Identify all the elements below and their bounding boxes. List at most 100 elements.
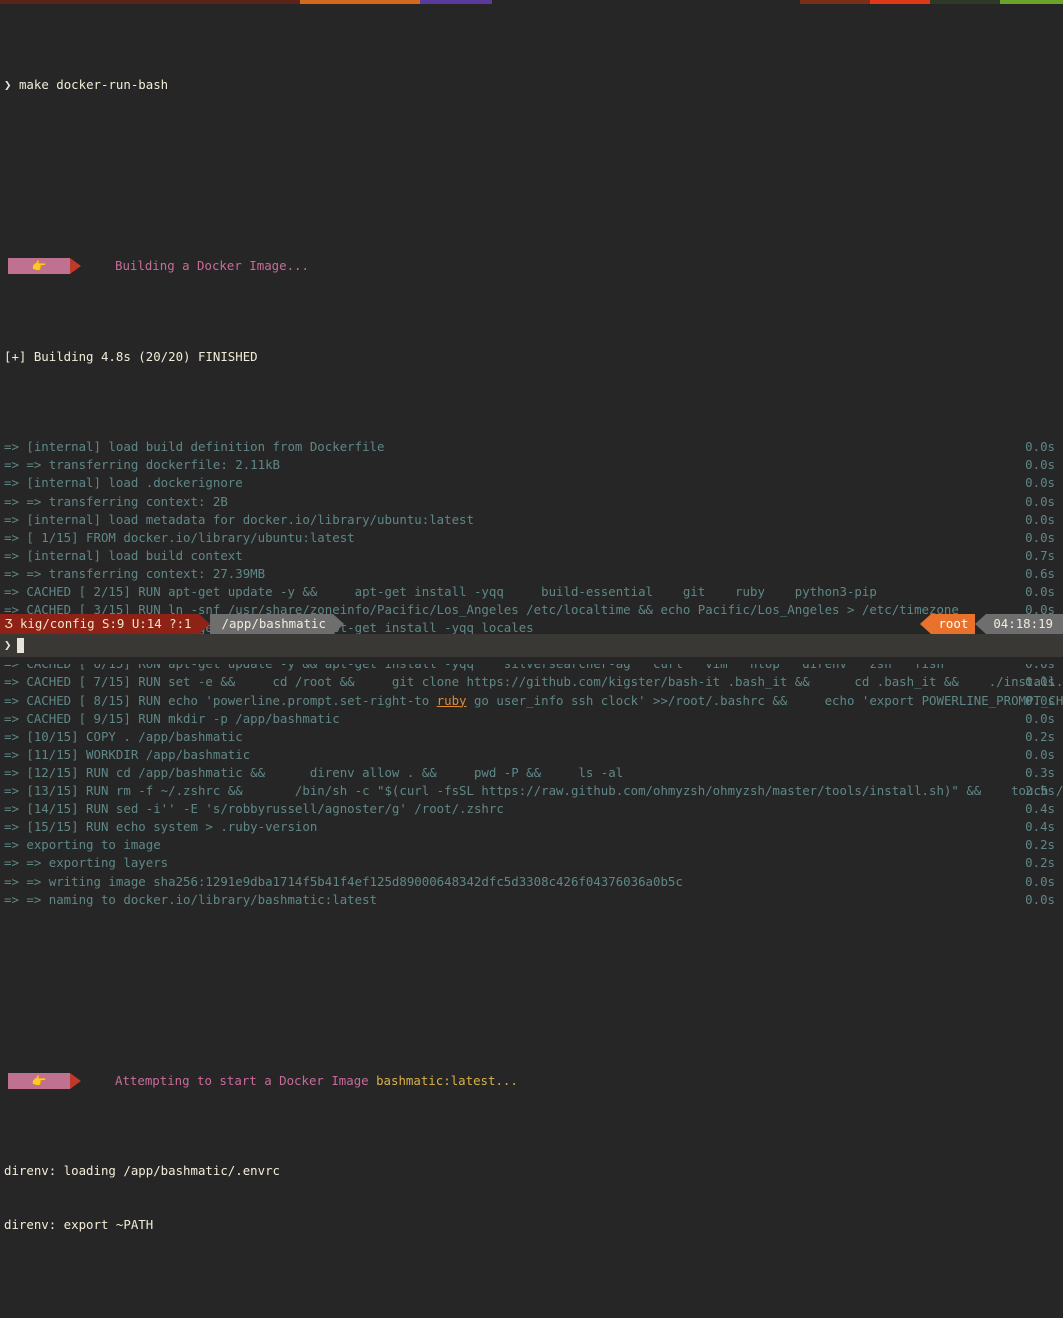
build-step-row: => => transferring context: 2B 0.0s: [0, 493, 1063, 511]
pointing-finger-emoji-2: 👉: [8, 1072, 70, 1089]
build-step-duration: 0.0s: [1025, 692, 1055, 708]
build-step-duration: 0.6s: [1025, 565, 1055, 581]
build-step-duration: 0.0s: [1025, 511, 1055, 527]
build-step-text: => [12/15] RUN cd /app/bashmatic && dire…: [4, 764, 624, 780]
build-step-duration: 0.0s: [1025, 493, 1055, 509]
build-step-text: => => transferring dockerfile: 2.11kB: [4, 457, 281, 473]
pointing-finger-emoji: 👉: [8, 258, 70, 275]
build-header: [+] Building 4.8s (20/20) FINISHED: [4, 348, 258, 364]
build-step-text: => CACHED [ 8/15] RUN echo 'powerline.pr…: [4, 692, 1063, 708]
build-step-text: => => transferring context: 2B: [4, 493, 228, 509]
command-text: make docker-run-bash: [18, 77, 169, 93]
build-step-list: => [internal] load build definition from…: [0, 438, 1063, 908]
build-step-text: => [15/15] RUN echo system > .ruby-versi…: [4, 819, 318, 835]
build-step-row: => [internal] load metadata for docker.i…: [0, 511, 1063, 529]
ruby-highlight[interactable]: ruby: [437, 693, 467, 708]
build-step-duration: 0.4s: [1025, 819, 1055, 835]
blank-row-1: [0, 167, 1063, 185]
terminal-body[interactable]: ❯ make docker-run-bash 👉 Building a Dock…: [0, 4, 1063, 1232]
build-step-duration: 0.0s: [1025, 674, 1055, 690]
build-step-duration: 2.5s: [1025, 783, 1055, 799]
separator-left-root-icon: [920, 614, 932, 634]
direnv-loading-line: direnv: loading /app/bashmatic/.envrc: [4, 1163, 281, 1178]
build-step-text: => => transferring context: 27.39MB: [4, 565, 266, 581]
build-step-duration: 0.0s: [1025, 529, 1055, 545]
build-step-duration: 0.2s: [1025, 855, 1055, 871]
build-step-text: => exporting to image: [4, 837, 161, 853]
build-step-text: => [internal] load build definition from…: [4, 439, 385, 455]
build-step-duration: 0.0s: [1025, 439, 1055, 455]
git-status-text: kig/config S:9 U:14 ?:1: [19, 615, 192, 631]
build-step-text: => [10/15] COPY . /app/bashmatic: [4, 728, 243, 744]
bottom-bar: [0, 656, 1063, 664]
build-step-row: => exporting to image 0.2s: [0, 836, 1063, 854]
build-step-duration: 0.0s: [1025, 873, 1055, 889]
build-step-row: => [10/15] COPY . /app/bashmatic 0.2s: [0, 728, 1063, 746]
build-step-text: => [ 1/15] FROM docker.io/library/ubuntu…: [4, 529, 355, 545]
build-step-row: => => exporting layers 0.2s: [0, 854, 1063, 872]
build-step-text: => CACHED [ 7/15] RUN set -e && cd /root…: [4, 674, 1063, 690]
build-step-row: => [internal] load build definition from…: [0, 438, 1063, 456]
build-step-text: => [internal] load metadata for docker.i…: [4, 511, 474, 527]
build-step-duration: 0.0s: [1025, 457, 1055, 473]
build-step-row: => [12/15] RUN cd /app/bashmatic && dire…: [0, 764, 1063, 782]
build-step-row: => [internal] load .dockerignore 0.0s: [0, 474, 1063, 492]
banner-starting-text: Attempting to start a Docker Image bashm…: [115, 1072, 518, 1088]
build-step-row: => [ 1/15] FROM docker.io/library/ubuntu…: [0, 529, 1063, 547]
build-step-duration: 0.0s: [1025, 891, 1055, 907]
build-step-row: => => writing image sha256:1291e9dba1714…: [0, 873, 1063, 891]
text-cursor: [17, 637, 25, 653]
banner-starting: 👉 Attempting to start a Docker Image bas…: [0, 1072, 1063, 1090]
git-branch-icon: Ʒ: [5, 615, 13, 631]
build-step-row: => => transferring context: 27.39MB 0.6s: [0, 565, 1063, 583]
direnv-export-line: direnv: export ~PATH: [4, 1217, 154, 1233]
build-step-text: => [13/15] RUN rm -f ~/.zshrc && /bin/sh…: [4, 783, 1063, 799]
banner-building-text: Building a Docker Image...: [115, 258, 309, 274]
build-step-text: => CACHED [ 2/15] RUN apt-get update -y …: [4, 584, 877, 599]
build-step-row: => => transferring dockerfile: 2.11kB 0.0…: [0, 456, 1063, 474]
build-step-text: => [14/15] RUN sed -i'' -E 's/robbyrusse…: [4, 801, 504, 817]
command-line-row: ❯ make docker-run-bash: [0, 76, 1063, 94]
powerline-prompt-bar: Ʒ kig/config S:9 U:14 ?:1 /app/bashmatic…: [0, 614, 1063, 634]
build-step-text: => CACHED [ 9/15] RUN mkdir -p /app/bash…: [4, 710, 340, 726]
build-step-text: => => naming to docker.io/library/bashma…: [4, 891, 377, 907]
git-status-segment[interactable]: Ʒ kig/config S:9 U:14 ?:1: [0, 614, 199, 634]
clock-segment[interactable]: 04:18:19: [986, 614, 1063, 634]
separator-path-end-icon: [332, 614, 344, 634]
build-step-row: => [13/15] RUN rm -f ~/.zshrc && /bin/sh…: [0, 782, 1063, 800]
build-step-row: => [11/15] WORKDIR /app/bashmatic 0.0s: [0, 746, 1063, 764]
build-step-row: => [14/15] RUN sed -i'' -E 's/robbyrusse…: [0, 800, 1063, 818]
blank-row-2: [0, 981, 1063, 999]
build-step-row: => CACHED [ 7/15] RUN set -e && cd /root…: [0, 673, 1063, 691]
build-step-duration: 0.2s: [1025, 837, 1055, 853]
banner-arrow-icon-2: [70, 1072, 81, 1089]
prompt-bar-spacer: [344, 614, 921, 634]
build-step-row: => => naming to docker.io/library/bashma…: [0, 891, 1063, 909]
path-segment[interactable]: /app/bashmatic: [209, 614, 333, 634]
build-step-row: => CACHED [ 2/15] RUN apt-get update -y …: [0, 583, 1063, 601]
banner-arrow-icon: [70, 258, 81, 275]
build-step-duration: 0.3s: [1025, 764, 1055, 780]
build-step-duration: 0.0s: [1025, 710, 1055, 726]
input-prompt-glyph: ❯: [4, 636, 12, 652]
user-segment[interactable]: root: [931, 614, 976, 634]
build-step-text: => => writing image sha256:1291e9dba1714…: [4, 873, 683, 889]
build-step-duration: 0.0s: [1025, 584, 1055, 599]
build-step-row: => CACHED [ 9/15] RUN mkdir -p /app/bash…: [0, 710, 1063, 728]
build-step-duration: 0.0s: [1025, 746, 1055, 762]
build-step-text: => [internal] load build context: [4, 547, 243, 563]
shell-input-line[interactable]: ❯: [0, 634, 1063, 656]
build-step-text: => => exporting layers: [4, 855, 169, 871]
separator-root-time-icon: [975, 614, 987, 634]
build-step-row: => [internal] load build context 0.7s: [0, 547, 1063, 565]
build-step-row: => [15/15] RUN echo system > .ruby-versi…: [0, 818, 1063, 836]
banner-building: 👉 Building a Docker Image...: [0, 257, 1063, 275]
build-step-duration: 0.4s: [1025, 801, 1055, 817]
build-step-duration: 0.0s: [1025, 475, 1055, 491]
build-step-duration: 0.7s: [1025, 547, 1055, 563]
build-step-text: => [11/15] WORKDIR /app/bashmatic: [4, 746, 251, 762]
build-step-duration: 0.2s: [1025, 728, 1055, 744]
build-step-text: => [internal] load .dockerignore: [4, 475, 243, 491]
build-step-row: => CACHED [ 8/15] RUN echo 'powerline.pr…: [0, 692, 1063, 710]
separator-git-path-icon: [198, 614, 210, 634]
